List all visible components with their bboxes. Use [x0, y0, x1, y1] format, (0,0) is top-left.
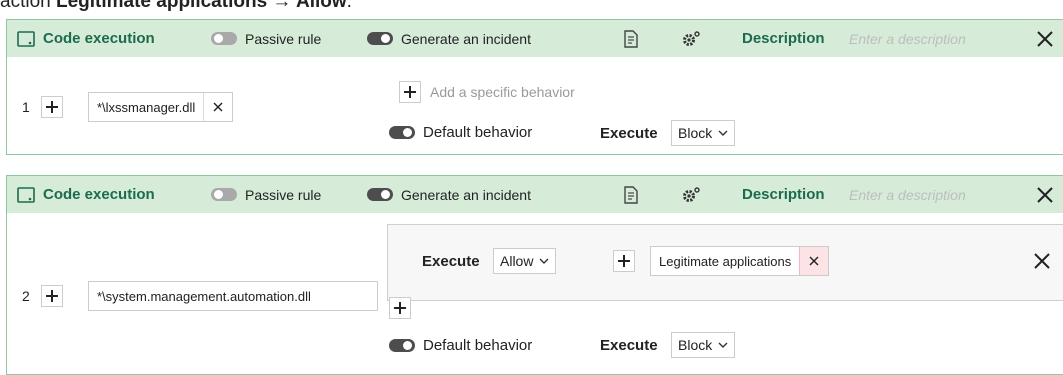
toggle-switch-icon: [367, 32, 393, 45]
document-icon[interactable]: [623, 176, 639, 213]
settings-icon[interactable]: [681, 20, 701, 57]
remove-icon[interactable]: [799, 247, 829, 275]
description-input[interactable]: Enter a description: [849, 176, 966, 213]
settings-icon[interactable]: [681, 176, 701, 213]
execute-label: Execute: [600, 337, 658, 354]
description-label: Description: [742, 186, 825, 203]
exception-execute-value: Allow: [500, 253, 534, 269]
description-input[interactable]: Enter a description: [849, 20, 966, 57]
caption-prefix: action: [0, 0, 56, 12]
rule-title-label: Code execution: [43, 30, 155, 47]
document-icon[interactable]: [623, 20, 639, 57]
add-pattern-button[interactable]: [41, 96, 63, 118]
rule-title-label: Code execution: [43, 186, 155, 203]
default-behavior-label: Default behavior: [423, 337, 533, 354]
add-behavior-button[interactable]: [399, 81, 421, 103]
application-tag: Legitimate applications: [650, 246, 830, 276]
generate-incident-label: Generate an incident: [401, 30, 531, 47]
passive-rule-label: Passive rule: [245, 186, 322, 203]
rule-header: Code execution Passive rule Generate an …: [7, 20, 1063, 57]
execute-value: Block: [678, 125, 713, 141]
exception-execute-label: Execute: [422, 253, 480, 270]
generate-incident-label: Generate an incident: [401, 186, 531, 203]
plus-icon: [394, 302, 406, 314]
add-behavior-button[interactable]: [389, 297, 411, 319]
rule-card-2: Code execution Passive rule Generate an …: [6, 175, 1063, 375]
application-value: Legitimate applications: [659, 253, 792, 269]
close-icon[interactable]: [1036, 176, 1054, 213]
remove-icon[interactable]: [203, 93, 232, 121]
chevron-down-icon: [718, 130, 728, 136]
rule-title: Code execution: [17, 176, 155, 213]
toggle-switch-icon: [389, 126, 415, 139]
description-label: Description: [742, 30, 825, 47]
execute-select[interactable]: Block: [671, 332, 736, 358]
generate-incident-toggle[interactable]: Generate an incident: [367, 20, 531, 57]
code-execution-icon: [17, 30, 35, 47]
pattern-tag: *\lxssmanager.dll: [88, 92, 234, 122]
add-application-button[interactable]: [613, 250, 635, 272]
exception-panel: Execute Allow Legitimate applications: [387, 224, 1063, 301]
passive-rule-label: Passive rule: [245, 30, 322, 47]
caption: action Legitimate applications → Allow.: [0, 0, 352, 13]
caption-suffix: .: [346, 0, 352, 12]
chevron-down-icon: [718, 342, 728, 348]
exception-execute-select[interactable]: Allow: [493, 248, 557, 274]
rule-number: 2: [22, 288, 30, 304]
execute-select[interactable]: Block: [671, 120, 736, 146]
plus-icon: [404, 86, 416, 98]
toggle-switch-icon: [211, 32, 237, 45]
generate-incident-toggle[interactable]: Generate an incident: [367, 176, 531, 213]
code-execution-icon: [17, 186, 35, 203]
toggle-switch-icon: [367, 188, 393, 201]
rule-number: 1: [22, 99, 30, 115]
default-behavior-toggle[interactable]: Default behavior: [389, 124, 532, 141]
rule-card-1: Code execution Passive rule Generate an …: [6, 19, 1063, 155]
plus-icon: [46, 101, 58, 113]
plus-icon: [618, 255, 630, 267]
pattern-value: *\system.management.automation.dll: [97, 288, 311, 304]
pattern-tag: *\system.management.automation.dll: [88, 281, 378, 311]
close-icon[interactable]: [1036, 20, 1054, 57]
close-icon[interactable]: [1033, 252, 1051, 275]
rule-header: Code execution Passive rule Generate an …: [7, 176, 1063, 213]
chevron-down-icon: [539, 258, 549, 264]
execute-label: Execute: [600, 125, 658, 142]
execute-value: Block: [678, 337, 713, 353]
toggle-switch-icon: [211, 188, 237, 201]
rule-title: Code execution: [17, 20, 155, 57]
caption-bold: Legitimate applications → Allow: [55, 0, 347, 12]
passive-rule-toggle[interactable]: Passive rule: [211, 20, 321, 57]
pattern-value: *\lxssmanager.dll: [97, 99, 196, 115]
toggle-switch-icon: [389, 339, 415, 352]
add-pattern-button[interactable]: [41, 285, 63, 307]
plus-icon: [46, 290, 58, 302]
passive-rule-toggle[interactable]: Passive rule: [211, 176, 321, 213]
default-behavior-label: Default behavior: [423, 124, 533, 141]
default-behavior-toggle[interactable]: Default behavior: [389, 337, 532, 354]
add-behavior-label[interactable]: Add a specific behavior: [430, 84, 575, 100]
